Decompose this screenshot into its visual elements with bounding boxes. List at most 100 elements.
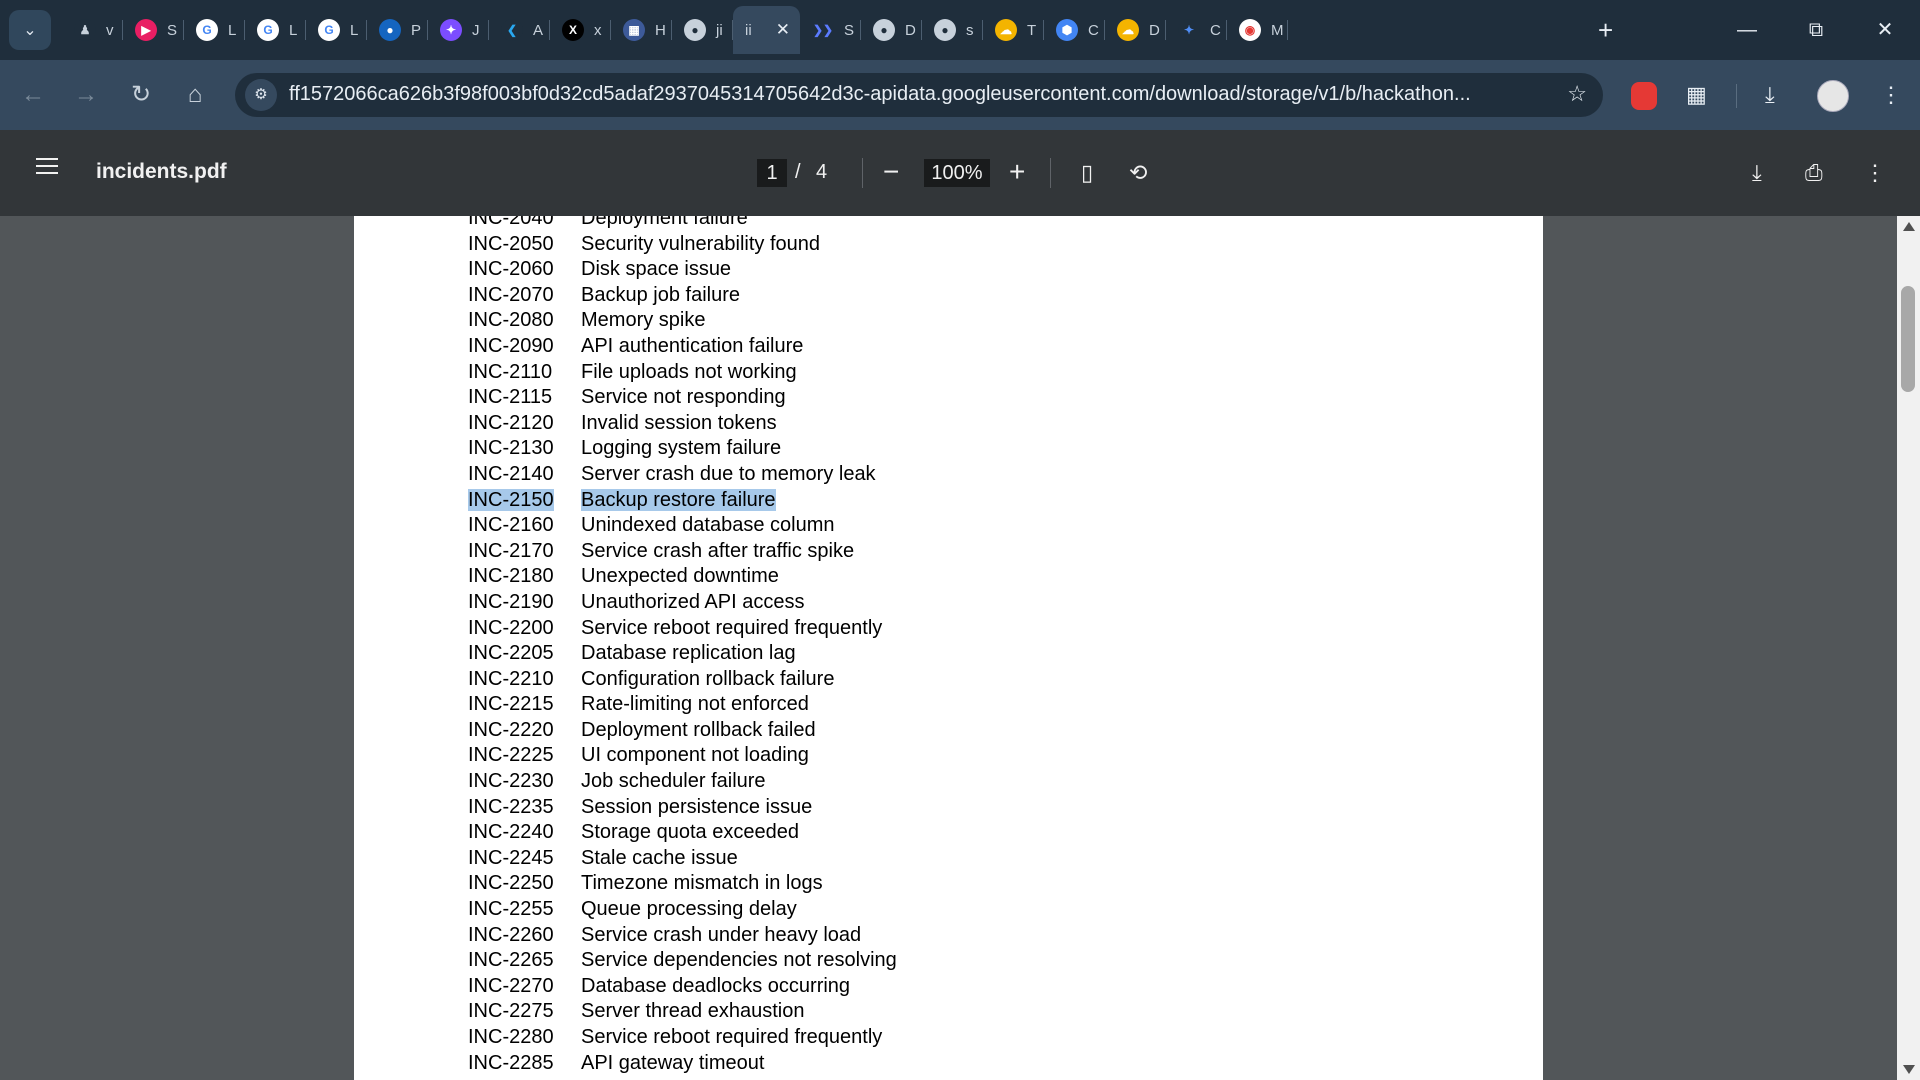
- reload-button[interactable]: ↻: [124, 78, 158, 112]
- incident-description-text: Service reboot required frequently: [581, 616, 883, 639]
- incident-description: Service dependencies not resolving: [581, 948, 897, 974]
- tab-title: M: [1271, 21, 1284, 39]
- zoom-out-button[interactable]: −: [883, 154, 899, 190]
- browser-tab[interactable]: GL: [306, 6, 367, 54]
- hamburger-menu-icon[interactable]: [36, 158, 58, 176]
- scroll-thumb[interactable]: [1901, 286, 1915, 392]
- browser-tab[interactable]: ✦ C: [1166, 6, 1227, 54]
- vertical-scrollbar[interactable]: [1897, 216, 1920, 1080]
- restore-button[interactable]: ⧉: [1793, 10, 1839, 50]
- incident-description-text: Database deadlocks occurring: [581, 974, 851, 997]
- tab-title: H: [655, 21, 666, 39]
- forward-button[interactable]: →: [69, 78, 103, 112]
- google-icon: G: [257, 19, 279, 41]
- browser-tab[interactable]: GL: [245, 6, 306, 54]
- browser-tab[interactable]: ● D: [861, 6, 922, 54]
- incident-row: INC-2285 API gateway timeout: [468, 1051, 897, 1077]
- tab-title: x: [594, 21, 602, 39]
- profile-avatar[interactable]: [1817, 80, 1849, 112]
- tab-title: S: [844, 21, 855, 39]
- incident-row: INC-2110 File uploads not working: [468, 360, 897, 386]
- browser-tab[interactable]: ● P: [367, 6, 428, 54]
- incident-row: INC-2265 Service dependencies not resolvi…: [468, 948, 897, 974]
- extensions-puzzle-icon[interactable]: ▦: [1686, 78, 1707, 112]
- incident-code-text: INC-2235: [468, 795, 554, 818]
- print-icon[interactable]: ⎙: [1805, 158, 1823, 188]
- incident-code: INC-2150: [468, 488, 581, 514]
- incident-code-text: INC-2110: [468, 360, 553, 383]
- browser-menu-icon[interactable]: ⋮: [1880, 78, 1902, 112]
- incident-row: INC-2190 Unauthorized API access: [468, 590, 897, 616]
- fit-page-icon[interactable]: ▯: [1081, 158, 1093, 188]
- incident-description-text: Server thread exhaustion: [581, 1000, 805, 1023]
- incident-code: INC-2205: [468, 641, 581, 667]
- url-text[interactable]: ff1572066ca626b3f98f003bf0d32cd5adaf2937…: [289, 83, 1529, 106]
- incident-code: INC-2170: [468, 539, 581, 565]
- incident-description: Unauthorized API access: [581, 590, 804, 616]
- tab-active[interactable]: ii ✕: [733, 6, 800, 54]
- incident-description-text: Service reboot required frequently: [581, 1026, 883, 1048]
- browser-tab[interactable]: Xx: [550, 6, 611, 54]
- tab-title: T: [1027, 21, 1037, 39]
- extension-icon[interactable]: [1631, 82, 1657, 110]
- incident-code: INC-2285: [468, 1051, 581, 1077]
- scroll-down-icon[interactable]: [1903, 1065, 1915, 1074]
- close-tab-icon[interactable]: ✕: [776, 20, 790, 40]
- incident-row: INC-2275 Server thread exhaustion: [468, 999, 897, 1025]
- tab-strip: ⌄ ♟ v ▶ S G L G L G L ● P ✦ J ❮ A Xx ▦ H ● ji ii ✕ ❯❯ S ● D ● s ☁ T ⬢ C ☁…: [0, 0, 1920, 60]
- tab-search-button[interactable]: ⌄: [9, 10, 51, 50]
- browser-tab[interactable]: ● s: [922, 6, 983, 54]
- browser-tab[interactable]: ◉ M: [1227, 6, 1288, 54]
- address-bar[interactable]: ⚙ ff1572066ca626b3f98f003bf0d32cd5adaf29…: [235, 73, 1603, 117]
- zoom-level-input[interactable]: 100%: [924, 159, 990, 187]
- zoom-in-button[interactable]: +: [1009, 154, 1025, 190]
- close-window-button[interactable]: ✕: [1862, 10, 1908, 50]
- scroll-up-icon[interactable]: [1903, 222, 1915, 231]
- back-button[interactable]: ←: [16, 78, 50, 112]
- incident-code: INC-2050: [468, 232, 581, 258]
- page-number-input[interactable]: 1: [757, 159, 787, 187]
- incident-code: INC-2140: [468, 462, 581, 488]
- incident-description-text: Service crash after traffic spike: [581, 539, 855, 562]
- incident-row: INC-2245 Stale cache issue: [468, 846, 897, 872]
- tab-title: ji: [716, 21, 723, 39]
- incident-row: INC-2235 Session persistence issue: [468, 795, 897, 821]
- incident-code: INC-2130: [468, 436, 581, 462]
- page-separator: /: [795, 161, 801, 183]
- minimize-button[interactable]: —: [1724, 10, 1770, 50]
- browser-tab[interactable]: ▦ H: [611, 6, 672, 54]
- incident-code: INC-2190: [468, 590, 581, 616]
- incident-description-text: Service crash under heavy load: [581, 923, 862, 946]
- home-button[interactable]: ⌂: [178, 78, 212, 112]
- incident-code-text: INC-2090: [468, 334, 554, 357]
- more-actions-icon[interactable]: ⋮: [1864, 158, 1886, 188]
- site-info-icon[interactable]: ⚙: [245, 79, 277, 111]
- incident-code-text: INC-2120: [468, 411, 554, 434]
- incident-description: Service not responding: [581, 385, 786, 411]
- download-icon[interactable]: ⤓: [1752, 158, 1762, 188]
- incident-description: Job scheduler failure: [581, 769, 766, 795]
- browser-tab[interactable]: ☁ T: [983, 6, 1044, 54]
- new-tab-button[interactable]: +: [1598, 14, 1613, 46]
- incident-row: INC-2150 Backup restore failure: [468, 488, 897, 514]
- browser-tab[interactable]: ☁ D: [1105, 6, 1166, 54]
- incident-description: Invalid session tokens: [581, 411, 777, 437]
- incident-code: INC-2120: [468, 411, 581, 437]
- rotate-icon[interactable]: ⟲: [1129, 158, 1147, 188]
- browser-tab[interactable]: ❯❯ S: [800, 6, 861, 54]
- incident-code-text: INC-2240: [468, 821, 554, 844]
- incident-description: Timezone mismatch in logs: [581, 871, 823, 897]
- browser-tab[interactable]: ⬢ C: [1044, 6, 1105, 54]
- browser-tab[interactable]: ● ji: [672, 6, 733, 54]
- browser-tab[interactable]: ♟ v: [62, 6, 123, 54]
- bookmark-star-icon[interactable]: ☆: [1567, 81, 1587, 107]
- browser-tab[interactable]: ▶ S: [123, 6, 184, 54]
- cloud-icon: ☁: [995, 19, 1017, 41]
- browser-tab[interactable]: ✦ J: [428, 6, 489, 54]
- incident-code-text: INC-2205: [468, 642, 554, 665]
- incident-description: Service crash after traffic spike: [581, 539, 854, 565]
- downloads-icon[interactable]: ⤓: [1765, 78, 1775, 112]
- browser-tab[interactable]: ❮ A: [489, 6, 550, 54]
- browser-tab[interactable]: GL: [184, 6, 245, 54]
- vscode-icon: ❮: [501, 19, 523, 41]
